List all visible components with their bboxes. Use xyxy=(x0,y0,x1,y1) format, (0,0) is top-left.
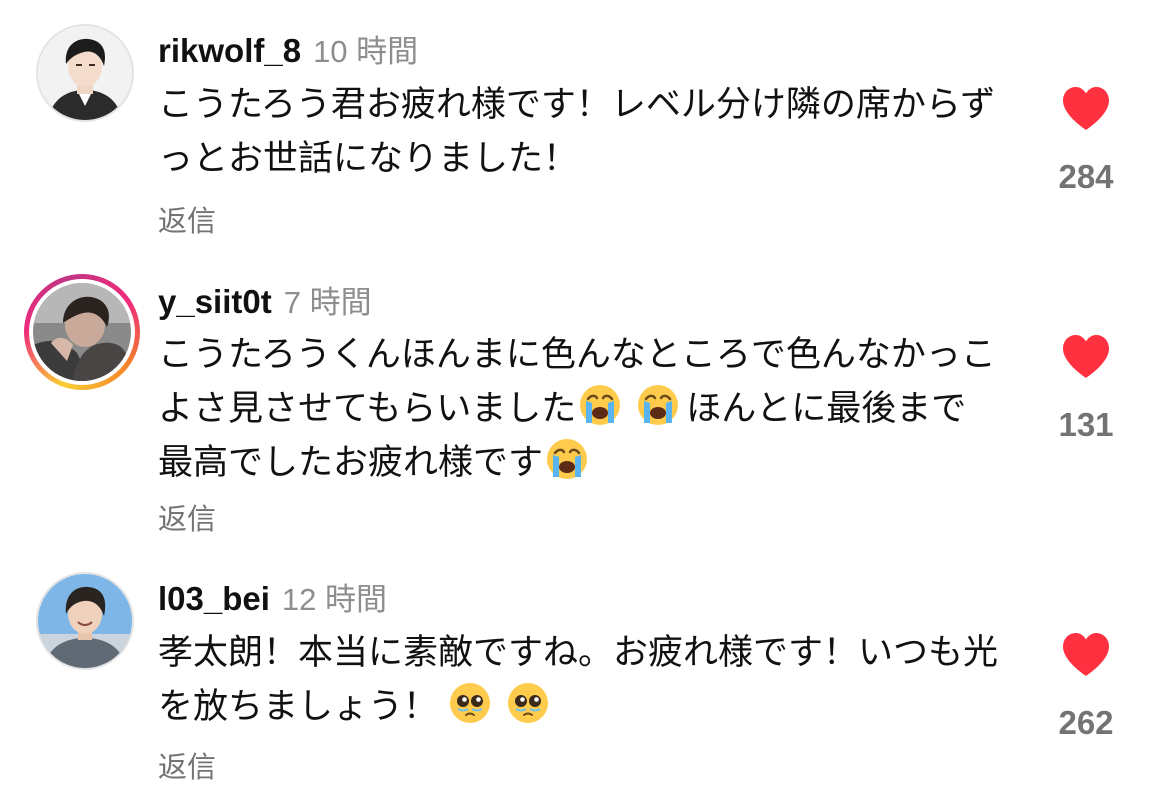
comment-header: l03_bei 12 時間 xyxy=(158,574,387,619)
username[interactable]: l03_bei xyxy=(158,580,270,618)
like-count: 262 xyxy=(1058,704,1114,741)
comment-text: 孝太朗！本当に素敵ですね。お疲れ様です！いつも光を放ちましょう！ xyxy=(158,626,998,734)
comment-item: l03_bei 12 時間 孝太朗！本当に素敵ですね。お疲れ様です！いつも光を放… xyxy=(0,0,1170,807)
like-button[interactable]: 262 xyxy=(1040,632,1132,742)
comment-text-part: 孝太朗！本当に素敵ですね。お疲れ様です！いつも光を放ちましょう！ xyxy=(158,633,999,727)
avatar[interactable] xyxy=(36,572,134,670)
reply-button[interactable]: 返信 xyxy=(158,744,216,786)
heart-icon xyxy=(1063,633,1109,676)
pleading-face-icon xyxy=(508,683,549,723)
avatar-photo-icon xyxy=(38,574,132,668)
comment-time: 12 時間 xyxy=(281,582,388,617)
pleading-face-icon xyxy=(450,683,491,723)
